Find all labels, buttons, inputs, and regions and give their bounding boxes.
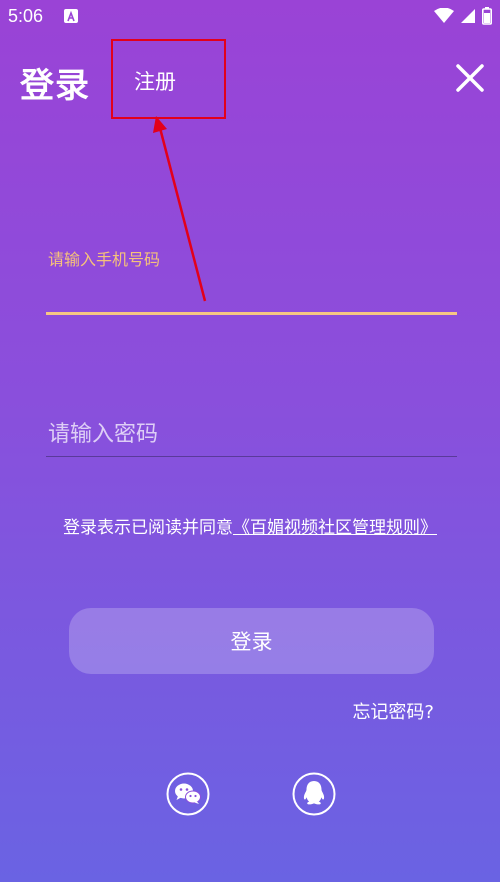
qq-icon [292, 772, 336, 816]
agreement-prefix: 登录表示已阅读并同意 [63, 518, 233, 538]
qq-login-button[interactable] [292, 772, 336, 816]
forgot-password-link[interactable]: 忘记密码? [352, 698, 434, 724]
phone-field-label: 请输入手机号码 [48, 250, 161, 269]
close-button[interactable] [450, 58, 490, 98]
phone-input[interactable] [46, 274, 457, 310]
wechat-icon [166, 772, 210, 816]
agreement-text: 登录表示已阅读并同意《百媚视频社区管理规则》 [0, 513, 500, 538]
login-button[interactable]: 登录 [69, 608, 434, 674]
register-annotation-box [111, 39, 226, 119]
close-icon [456, 64, 484, 92]
cellular-signal-icon [460, 8, 476, 28]
password-input[interactable] [46, 414, 457, 454]
status-time: 5:06 [8, 6, 44, 26]
password-field-underline [46, 456, 457, 457]
status-bar: 5:06 [0, 0, 500, 34]
wechat-login-button[interactable] [166, 772, 210, 816]
notification-a-icon [64, 9, 78, 23]
page-title: 登录 [20, 66, 90, 106]
wifi-icon [434, 7, 454, 28]
phone-field-underline [46, 312, 457, 315]
community-rules-link[interactable]: 《百媚视频社区管理规则》 [233, 518, 437, 538]
battery-icon [482, 7, 492, 29]
